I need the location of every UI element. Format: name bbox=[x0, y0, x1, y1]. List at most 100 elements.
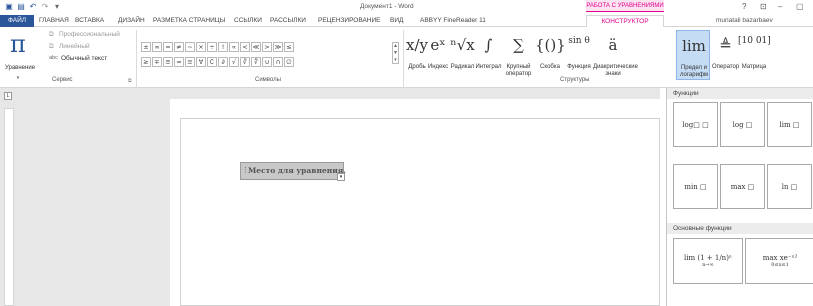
structure-button[interactable]: x/y Дробь bbox=[406, 30, 428, 80]
symbol-button[interactable]: ≠ bbox=[174, 42, 184, 52]
structure-label: Скобка bbox=[540, 64, 560, 70]
symbol-button[interactable]: ≥ bbox=[141, 57, 151, 67]
undo-icon[interactable]: ↶ bbox=[28, 2, 38, 12]
gallery-item-max[interactable]: max □ bbox=[720, 164, 765, 209]
gallery-item-ln[interactable]: ln □ bbox=[767, 164, 812, 209]
tab-page-layout[interactable]: РАЗМЕТКА СТРАНИЦЫ bbox=[153, 15, 225, 27]
user-name[interactable]: munatali bazarbaev bbox=[716, 15, 773, 27]
structure-icon: eˣ bbox=[430, 36, 446, 54]
equation-button-label[interactable]: Уравнение bbox=[0, 65, 40, 71]
structure-button[interactable]: ∫ Интеграл bbox=[475, 30, 502, 80]
tab-insert[interactable]: ВСТАВКА bbox=[75, 15, 104, 27]
symbol-button[interactable]: ∀ bbox=[196, 57, 206, 67]
customize-toolbar-icon[interactable]: ▾ bbox=[52, 2, 62, 12]
word-icon[interactable]: ▣ bbox=[4, 2, 14, 12]
tab-selector-icon[interactable]: L bbox=[4, 92, 12, 100]
symbol-button[interactable]: ∩ bbox=[273, 57, 283, 67]
service-launcher-icon[interactable]: ⧉ bbox=[128, 78, 132, 84]
horizontal-ruler[interactable] bbox=[170, 88, 660, 99]
tab-view[interactable]: ВИД bbox=[390, 15, 403, 27]
linear-button[interactable]: Линейный bbox=[59, 43, 90, 50]
gallery-item-limit-formula[interactable]: lim (1 + 1/n)ⁿ n→∞ bbox=[673, 238, 743, 284]
symbol-button[interactable]: ≅ bbox=[163, 57, 173, 67]
vertical-ruler[interactable] bbox=[4, 108, 14, 306]
professional-button[interactable]: Профессиональный bbox=[59, 31, 120, 38]
symbol-button[interactable]: ÷ bbox=[207, 42, 217, 52]
pi-equation-icon[interactable]: π bbox=[10, 30, 26, 58]
symbol-button[interactable]: ! bbox=[218, 42, 228, 52]
tab-constructor[interactable]: КОНСТРУКТОР bbox=[586, 15, 664, 27]
symbol-button[interactable]: = bbox=[163, 42, 173, 52]
symbol-button[interactable]: ∁ bbox=[207, 57, 217, 67]
structure-label: Интеграл bbox=[475, 64, 502, 70]
tab-mailings[interactable]: РАССЫЛКИ bbox=[270, 15, 306, 27]
structure-button[interactable]: ≜ Оператор bbox=[712, 30, 739, 80]
window-title: Документ1 - Word bbox=[360, 3, 414, 10]
symbol-button[interactable]: > bbox=[262, 42, 272, 52]
symbol-button[interactable]: ≤ bbox=[284, 42, 294, 52]
tab-review[interactable]: РЕЦЕНЗИРОВАНИЕ bbox=[318, 15, 381, 27]
structure-icon: ä bbox=[608, 36, 618, 54]
symbol-button[interactable]: ∜ bbox=[251, 57, 261, 67]
symbol-button[interactable]: ~ bbox=[185, 42, 195, 52]
tab-design[interactable]: ДИЗАЙН bbox=[118, 15, 145, 27]
gallery-item-min[interactable]: min □ bbox=[673, 164, 718, 209]
symbol-button[interactable]: < bbox=[240, 42, 250, 52]
equation-options-icon[interactable]: ▾ bbox=[337, 173, 345, 181]
structure-button[interactable]: [10 01] Матрица bbox=[738, 30, 771, 80]
structure-button[interactable]: ä Диакритические знаки bbox=[593, 30, 638, 80]
tab-home[interactable]: ГЛАВНАЯ bbox=[39, 15, 69, 27]
symbol-button[interactable]: ∪ bbox=[262, 57, 272, 67]
redo-icon[interactable]: ↷ bbox=[40, 2, 50, 12]
symbol-button[interactable]: √ bbox=[229, 57, 239, 67]
help-icon[interactable]: ? bbox=[742, 2, 746, 11]
structure-label: Предел и логарифм bbox=[679, 65, 709, 78]
gallery-item-log[interactable]: log □ bbox=[720, 102, 765, 147]
ribbon-display-icon[interactable]: ⊡ bbox=[760, 2, 767, 11]
symbol-button[interactable]: ≈ bbox=[174, 57, 184, 67]
structure-icon: ∑ bbox=[513, 36, 524, 54]
structure-button[interactable]: eˣ Индекс bbox=[426, 30, 450, 80]
symbol-button[interactable]: ≡ bbox=[185, 57, 195, 67]
structure-icon: sin θ bbox=[568, 36, 590, 46]
structure-button[interactable]: lim Предел и логарифм bbox=[676, 30, 710, 80]
symbol-button[interactable]: ≫ bbox=[273, 42, 283, 52]
structure-button[interactable]: ⁿ√x Радикал bbox=[450, 30, 475, 80]
symbol-button[interactable]: ∞ bbox=[152, 42, 162, 52]
structure-label: Функция bbox=[567, 64, 591, 70]
equation-dropdown-caret[interactable]: ▾ bbox=[13, 75, 23, 81]
symbol-button[interactable]: × bbox=[196, 42, 206, 52]
structure-label: Крупный оператор bbox=[505, 64, 532, 77]
gallery-item-max-formula[interactable]: max xe⁻ˣ² 0≤x≤1 bbox=[745, 238, 813, 284]
symbol-button[interactable]: ∓ bbox=[152, 57, 162, 67]
plain-text-button[interactable]: Обычный текст bbox=[61, 55, 107, 62]
equation-placeholder-text[interactable]: Место для уравнения. bbox=[248, 166, 346, 175]
tab-file[interactable]: ФАЙЛ bbox=[0, 15, 34, 27]
structure-button[interactable]: {()} Скобка bbox=[535, 30, 566, 80]
functions-gallery: Функции log□ □ log □ lim □ min □ max □ l… bbox=[666, 88, 813, 306]
gallery-item-lim[interactable]: lim □ bbox=[767, 102, 812, 147]
minimize-icon[interactable]: – bbox=[778, 2, 782, 11]
symbol-button[interactable]: ∂ bbox=[218, 57, 228, 67]
maximize-icon[interactable]: ▢ bbox=[796, 2, 804, 11]
equation-placeholder-box[interactable]: ⋮ Место для уравнения. ▾ bbox=[240, 162, 346, 181]
limit-formula-sub: n→∞ bbox=[702, 262, 714, 268]
symbol-button[interactable]: ± bbox=[141, 42, 151, 52]
tab-abbyy[interactable]: ABBYY FineReader 11 bbox=[420, 15, 486, 27]
gallery-item-log-base[interactable]: log□ □ bbox=[673, 102, 718, 147]
symbol-button[interactable]: ≪ bbox=[251, 42, 261, 52]
save-icon[interactable]: ▤ bbox=[16, 2, 26, 12]
symbol-button[interactable]: ∝ bbox=[229, 42, 239, 52]
symbol-button[interactable]: ∅ bbox=[284, 57, 294, 67]
limit-formula-text: lim (1 + 1/n)ⁿ bbox=[684, 254, 732, 262]
max-formula-text: max xe⁻ˣ² bbox=[762, 254, 798, 262]
symbols-scroll[interactable]: ▲ ▼ ▾ bbox=[392, 42, 399, 64]
document-page[interactable] bbox=[180, 118, 660, 306]
structure-icon: x/y bbox=[406, 36, 428, 54]
structure-button[interactable]: sin θ Функция bbox=[565, 30, 593, 80]
symbol-button[interactable]: ∛ bbox=[240, 57, 250, 67]
tab-references[interactable]: ССЫЛКИ bbox=[234, 15, 262, 27]
structure-label: Матрица bbox=[741, 64, 767, 70]
structure-button[interactable]: ∑ Крупный оператор bbox=[502, 30, 535, 80]
group-label-structures: Структуры bbox=[560, 77, 590, 83]
